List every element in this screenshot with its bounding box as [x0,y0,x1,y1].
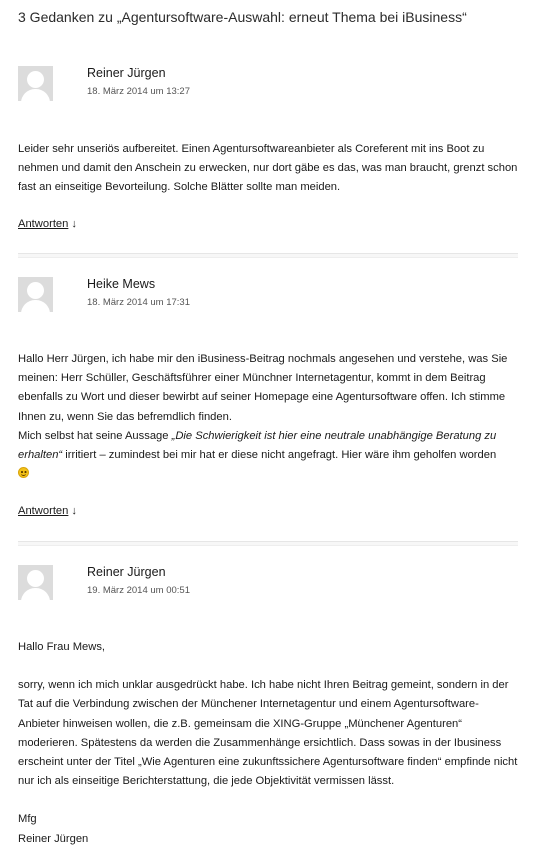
comment-line: irritiert – zumindest bei mir hat er die… [62,449,497,462]
avatar-body-shape [21,89,50,101]
comment-paragraph: Mich selbst hat seine Aussage „Die Schwi… [18,427,518,465]
comment-paragraph: Leider sehr unseriös aufbereitet. Einen … [18,143,518,194]
smiley-icon [18,467,29,479]
avatar-head-shape [27,570,44,587]
avatar [18,565,53,600]
comment-paragraph: Reiner Jürgen [18,832,89,845]
arrow-down-icon: ↓ [71,505,77,517]
comments-section: 3 Gedanken zu „Agentursoftware-Auswahl: … [0,0,536,857]
comment-divider [18,253,518,258]
comment-text: Hallo Herr Jürgen, ich habe mir den iBus… [18,350,518,484]
avatar [18,277,53,312]
comment-1: Reiner Jürgen 18. März 2014 um 13:27 Lei… [18,66,518,236]
comments-heading: 3 Gedanken zu „Agentursoftware-Auswahl: … [18,9,467,25]
avatar-body-shape [21,588,50,600]
comment-text: Hallo Frau Mews, sorry, wenn ich mich un… [18,638,518,849]
arrow-down-icon: ↓ [71,218,77,230]
comment-3: Reiner Jürgen 19. März 2014 um 00:51 Hal… [18,565,518,855]
avatar-head-shape [27,71,44,88]
comment-author[interactable]: Reiner Jürgen [87,565,166,579]
comment-2: Heike Mews 18. März 2014 um 17:31 Hallo … [18,277,518,527]
reply-label[interactable]: Antworten [18,505,68,517]
comment-author[interactable]: Heike Mews [87,277,155,291]
reply-label[interactable]: Antworten [18,218,68,230]
reply-link[interactable]: Antworten ↓ [18,505,77,517]
comment-paragraph: Hallo Frau Mews, [18,641,106,653]
comment-text: Leider sehr unseriös aufbereitet. Einen … [18,140,518,198]
avatar [18,66,53,101]
comment-line: Hallo Herr Jürgen, ich habe mir den iBus… [18,353,508,423]
avatar-head-shape [27,282,44,299]
comment-paragraph: Hallo Herr Jürgen, ich habe mir den iBus… [18,350,518,427]
avatar-body-shape [21,300,50,312]
comment-paragraph [18,465,518,484]
comment-date[interactable]: 19. März 2014 um 00:51 [87,585,190,596]
comment-author[interactable]: Reiner Jürgen [87,66,166,80]
comment-line: Mich selbst hat seine Aussage [18,429,172,442]
comment-date[interactable]: 18. März 2014 um 17:31 [87,297,190,308]
reply-link[interactable]: Antworten ↓ [18,218,77,230]
comment-date[interactable]: 18. März 2014 um 13:27 [87,86,190,97]
comment-paragraph: Mfg [18,813,37,826]
comment-paragraph: sorry, wenn ich mich unklar ausgedrückt … [18,679,518,788]
comment-divider [18,541,518,546]
